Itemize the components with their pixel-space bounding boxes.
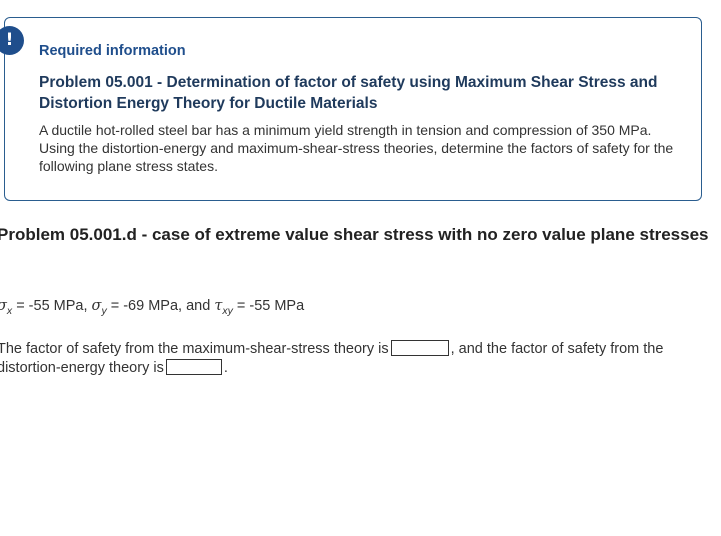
alert-icon: ! [0,26,24,55]
problem-description: A ductile hot-rolled steel bar has a min… [39,122,674,174]
part-title: Problem 05.001.d - case of extreme value… [0,225,709,244]
sigma-x-symbol: σ [0,298,7,314]
max-shear-fos-input[interactable] [390,340,449,357]
answer-statement: The factor of safety from the maximum-sh… [0,340,715,378]
sigma-y-symbol: σ [91,298,102,314]
tau-xy-subscript: xy [222,305,233,317]
sigma-y-subscript: y [101,305,107,317]
problem-title: Problem 05.001 - Determination of factor… [39,74,658,112]
required-information-label: Required information [39,43,186,59]
answer-text-before-first: The factor of safety from the maximum-sh… [0,341,389,357]
tau-xy-value: = -55 MPa [236,298,305,314]
sigma-x-subscript: x [6,305,13,317]
sigma-x-value: = -55 MPa, [16,298,88,314]
stress-state: σx = -55 MPa, σy = -69 MPa, and τxy = -5… [0,298,305,317]
answer-text-after: . [223,360,228,376]
sigma-y-value: = -69 MPa, and [110,298,211,314]
distortion-energy-fos-input[interactable] [165,359,222,376]
